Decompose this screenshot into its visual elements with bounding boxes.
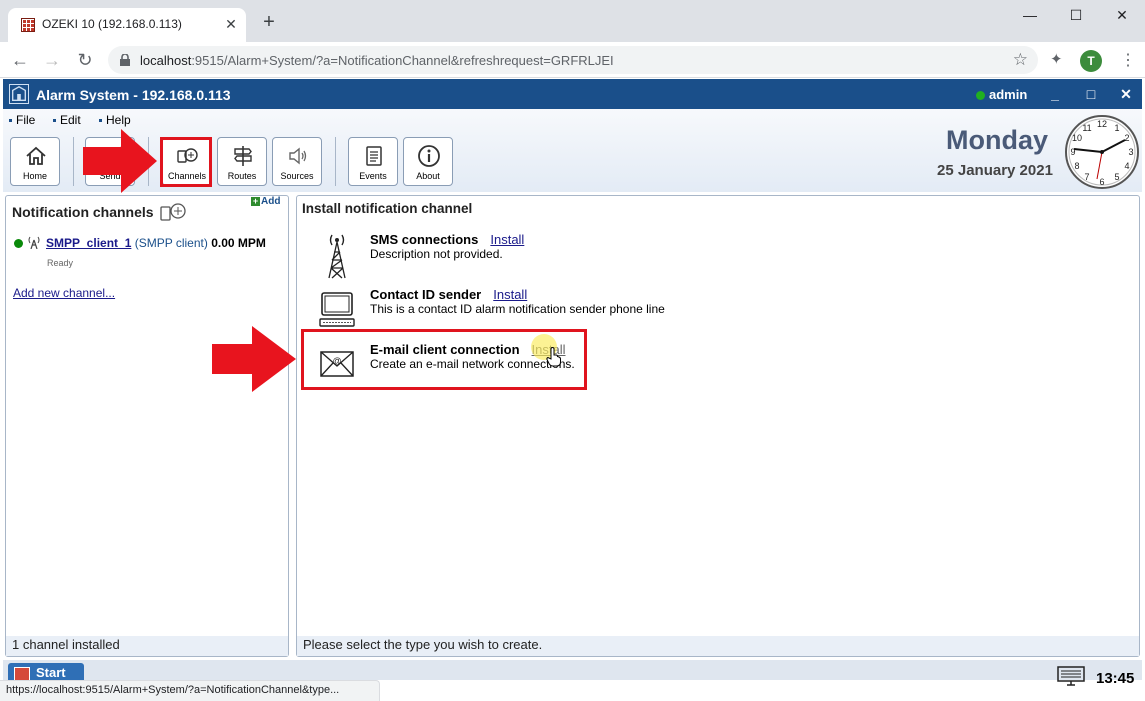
app-minimize-icon[interactable]: _: [1045, 85, 1065, 103]
browser-tab[interactable]: OZEKI 10 (192.168.0.113) ✕: [8, 8, 246, 42]
url-text[interactable]: localhost:9515/Alarm+System/?a=Notificat…: [140, 53, 614, 68]
about-button[interactable]: About: [403, 137, 453, 186]
svg-text:3: 3: [1128, 147, 1133, 157]
channels-heading-icon: [160, 203, 186, 221]
install-footer: Please select the type you wish to creat…: [297, 636, 1139, 656]
email-option-highlight-box: [301, 329, 587, 390]
monitor-icon[interactable]: [1057, 666, 1085, 686]
app-statusbar: Start 13:45: [3, 660, 1142, 687]
svg-text:5: 5: [1114, 172, 1119, 182]
lock-icon: [120, 54, 130, 66]
channels-highlight-box: [160, 137, 212, 187]
toolbar-separator: [335, 137, 336, 186]
svg-text:8: 8: [1074, 161, 1079, 171]
channels-footer: 1 channel installed: [6, 636, 288, 656]
svg-text:7: 7: [1084, 172, 1089, 182]
routes-label: Routes: [227, 171, 257, 181]
events-label: Events: [359, 171, 387, 181]
ozeki-favicon-icon: [21, 18, 35, 32]
app-maximize-icon[interactable]: □: [1081, 85, 1101, 103]
channel-row: SMPP_client_1 (SMPP client) 0.00 MPM: [28, 236, 266, 250]
menu-help[interactable]: Help: [99, 113, 131, 127]
svg-text:2: 2: [1124, 133, 1129, 143]
browser-menu-icon[interactable]: ⋮: [1120, 50, 1136, 72]
add-new-channel-link[interactable]: Add new channel...: [13, 286, 115, 300]
back-icon[interactable]: ←: [7, 48, 33, 72]
online-status-icon: [976, 91, 985, 100]
contact-id-option-title: Contact ID sender Install: [370, 287, 527, 302]
install-channel-heading: Install notification channel: [302, 201, 473, 216]
browser-toolbar: ← → ↻ localhost:9515/Alarm+System/?a=Not…: [0, 42, 1145, 78]
app-titlebar: Alarm System - 192.168.0.113 admin _ □ ✕: [3, 79, 1142, 109]
time-label: 13:45: [1096, 670, 1135, 687]
about-label: About: [416, 171, 440, 181]
notification-channels-panel: Notification channels Add SMPP_client_1 …: [5, 195, 289, 657]
svg-text:12: 12: [1097, 119, 1107, 129]
user-name[interactable]: admin: [989, 87, 1027, 102]
sms-option-desc: Description not provided.: [370, 247, 503, 261]
bookmark-star-icon[interactable]: ☆: [1013, 50, 1028, 70]
antenna-tower-icon: [328, 234, 346, 279]
app-logo-icon: [9, 84, 29, 104]
svg-text:4: 4: [1124, 161, 1129, 171]
url-host: localhost: [140, 53, 192, 68]
url-path: :9515/Alarm+System/?a=NotificationChanne…: [191, 53, 614, 68]
computer-icon: [319, 292, 355, 327]
minimize-window-icon[interactable]: —: [1007, 0, 1053, 30]
red-arrow-icon: [83, 129, 157, 193]
notification-channels-heading: Notification channels: [12, 204, 154, 220]
sources-label: Sources: [280, 171, 314, 181]
svg-text:6: 6: [1099, 177, 1104, 187]
day-label: Monday: [946, 125, 1049, 155]
profile-avatar[interactable]: T: [1080, 50, 1102, 72]
home-label: Home: [22, 171, 47, 181]
sources-button[interactable]: Sources: [272, 137, 322, 186]
contact-id-install-link[interactable]: Install: [493, 287, 527, 302]
channel-name-link[interactable]: SMPP_client_1: [46, 236, 131, 250]
close-window-icon[interactable]: ✕: [1099, 0, 1145, 30]
app-close-icon[interactable]: ✕: [1116, 85, 1136, 103]
channel-status-icon: [14, 239, 23, 248]
toolbar-separator: [73, 137, 74, 186]
sms-install-link[interactable]: Install: [490, 232, 524, 247]
date-label: 25 January 2021: [937, 162, 1053, 179]
install-channel-panel: Install notification channel SMS connect…: [296, 195, 1140, 657]
maximize-window-icon[interactable]: ☐: [1053, 0, 1099, 30]
contact-id-option-name: Contact ID sender: [370, 287, 482, 302]
home-button[interactable]: Home: [10, 137, 60, 186]
svg-text:10: 10: [1072, 133, 1082, 143]
svg-text:11: 11: [1082, 123, 1091, 133]
info-icon: [418, 145, 440, 167]
extensions-puzzle-icon[interactable]: ✦: [1050, 50, 1063, 68]
sms-option-title: SMS connections Install: [370, 232, 524, 247]
reload-icon[interactable]: ↻: [72, 48, 98, 72]
menu-edit[interactable]: Edit: [53, 113, 81, 127]
browser-tabbar: OZEKI 10 (192.168.0.113) ✕ + — ☐ ✕: [0, 0, 1145, 42]
tab-title: OZEKI 10 (192.168.0.113): [42, 17, 182, 31]
menu-file[interactable]: File: [9, 113, 35, 127]
app-title: Alarm System - 192.168.0.113: [36, 87, 231, 103]
add-channel-link[interactable]: Add: [251, 196, 280, 207]
new-tab-icon[interactable]: +: [258, 12, 280, 34]
channel-state: Ready: [47, 258, 74, 268]
browser-status-url: https://localhost:9515/Alarm+System/?a=N…: [0, 680, 380, 701]
red-arrow-icon: [212, 326, 296, 392]
home-icon: [26, 146, 46, 165]
events-button[interactable]: Events: [348, 137, 398, 186]
contact-id-option-desc: This is a contact ID alarm notification …: [370, 302, 665, 316]
sms-option-name: SMS connections: [370, 232, 479, 247]
sources-speaker-icon: [289, 147, 307, 165]
address-bar[interactable]: localhost:9515/Alarm+System/?a=Notificat…: [108, 46, 1038, 74]
events-notepad-icon: [366, 146, 382, 166]
channel-rate: 0.00 MPM: [211, 236, 266, 250]
close-tab-icon[interactable]: ✕: [222, 15, 240, 33]
routes-button[interactable]: Routes: [217, 137, 267, 186]
svg-text:1: 1: [1114, 123, 1119, 133]
sms-connections-option: SMS connections Install Description not p…: [319, 232, 679, 282]
routes-signpost-icon: [234, 146, 252, 166]
channel-type: (SMPP client): [134, 236, 208, 250]
forward-icon[interactable]: →: [39, 48, 65, 72]
analog-clock-icon: 12 12 345 678 91011: [1065, 115, 1139, 189]
